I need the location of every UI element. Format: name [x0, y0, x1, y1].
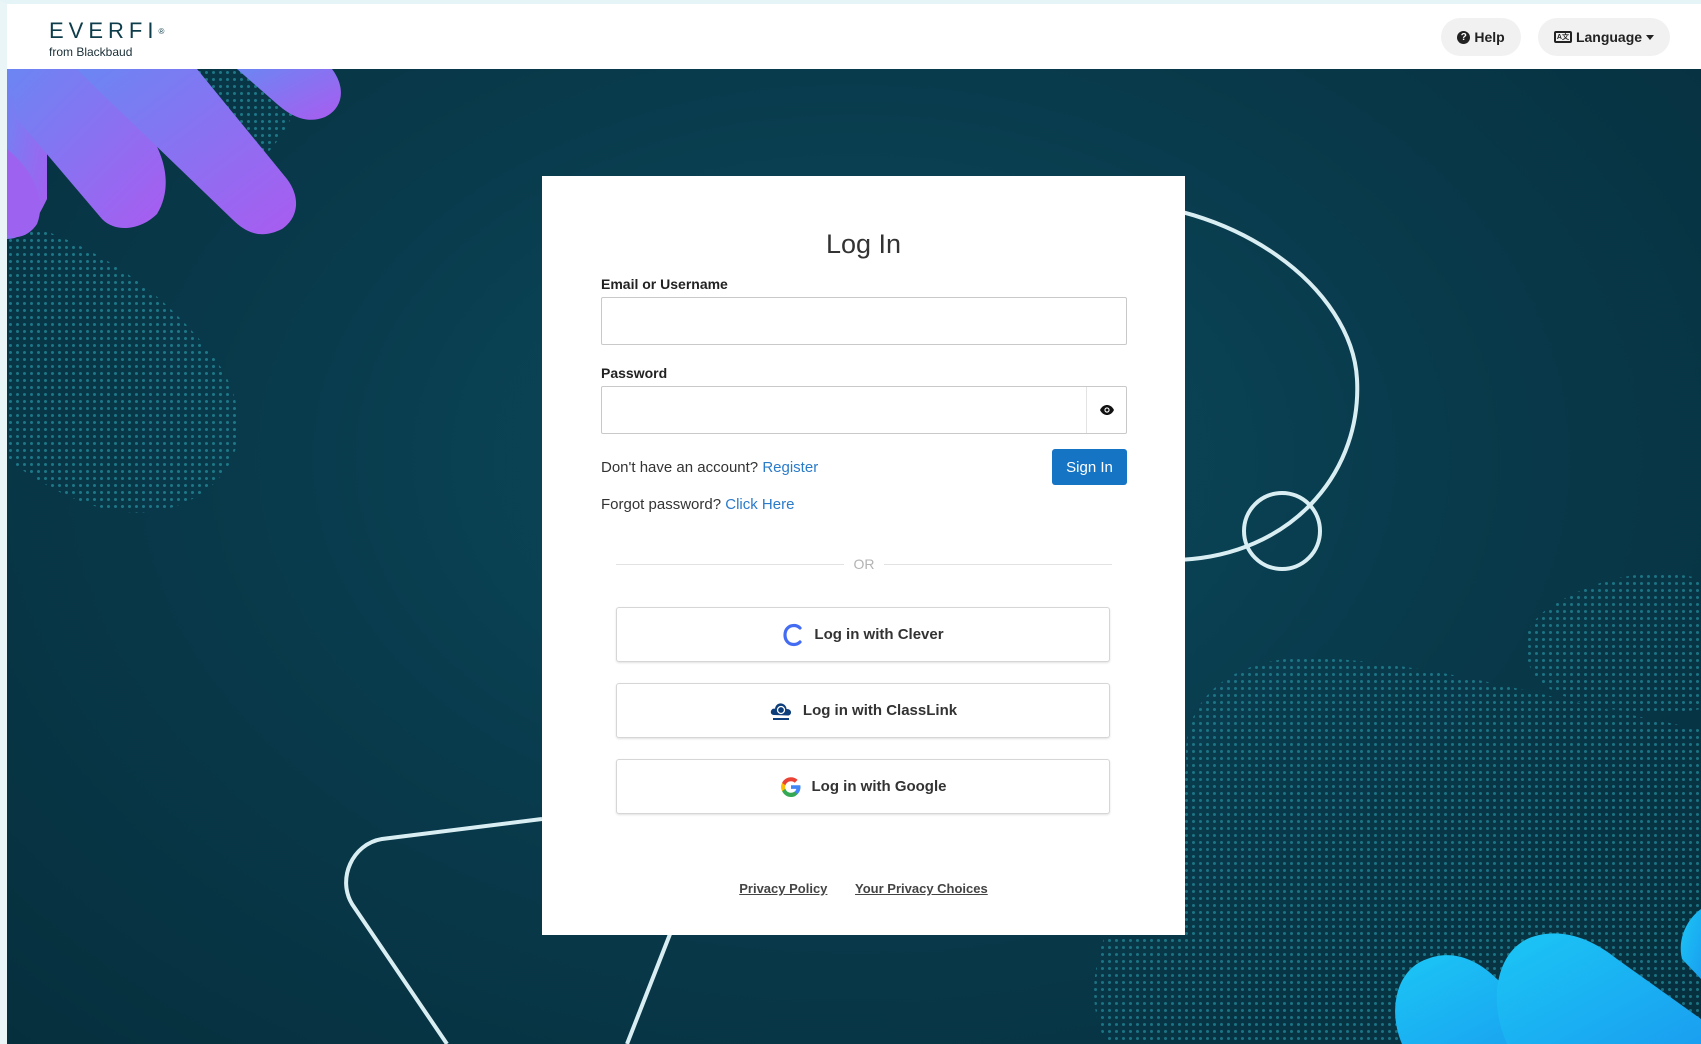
register-row: Don't have an account? Register [601, 459, 818, 476]
register-link[interactable]: Register [762, 459, 818, 476]
divider-line-right [884, 564, 1112, 565]
no-account-text: Don't have an account? [601, 459, 759, 476]
password-input[interactable] [601, 386, 1127, 434]
or-divider: OR [616, 556, 1112, 572]
clever-icon [782, 623, 804, 647]
clever-login-label: Log in with Clever [814, 626, 944, 643]
logo-wordmark: EVERFI [49, 18, 159, 43]
footer-links: Privacy Policy Your Privacy Choices [542, 881, 1185, 896]
question-circle-icon: ? [1457, 30, 1471, 44]
help-label: Help [1474, 29, 1505, 45]
forgot-password-row: Forgot password? Click Here [601, 496, 794, 513]
language-icon: A文 [1553, 31, 1572, 43]
language-button[interactable]: A文 Language [1538, 18, 1670, 56]
forgot-password-text: Forgot password? [601, 496, 722, 513]
email-label: Email or Username [601, 276, 728, 292]
login-card: Log In Email or Username Password Don't … [542, 176, 1185, 935]
google-login-label: Log in with Google [811, 778, 947, 795]
page-title: Log In [825, 229, 902, 259]
everfi-logo[interactable]: EVERFI® from Blackbaud [49, 18, 165, 60]
top-header: EVERFI® from Blackbaud ? Help A文 Languag… [7, 4, 1701, 69]
clever-login-button[interactable]: Log in with Clever [616, 607, 1110, 662]
password-label: Password [601, 365, 668, 381]
privacy-choices-link[interactable]: Your Privacy Choices [855, 881, 988, 896]
sign-in-button[interactable]: Sign In [1052, 449, 1127, 485]
logo-subtitle: from Blackbaud [49, 45, 133, 59]
classlink-icon [769, 699, 793, 723]
caret-down-icon [1646, 34, 1655, 40]
google-login-button[interactable]: Log in with Google [616, 759, 1110, 814]
classlink-login-label: Log in with ClassLink [802, 702, 958, 719]
help-button[interactable]: ? Help [1441, 18, 1521, 56]
show-password-eye-icon[interactable] [1086, 387, 1127, 433]
language-label: Language [1575, 29, 1643, 45]
google-icon [780, 776, 802, 798]
logo-registered-mark: ® [158, 27, 165, 36]
privacy-policy-link[interactable]: Privacy Policy [739, 881, 827, 896]
classlink-login-button[interactable]: Log in with ClassLink [616, 683, 1110, 738]
forgot-password-link[interactable]: Click Here [725, 496, 794, 513]
email-input[interactable] [601, 297, 1127, 345]
